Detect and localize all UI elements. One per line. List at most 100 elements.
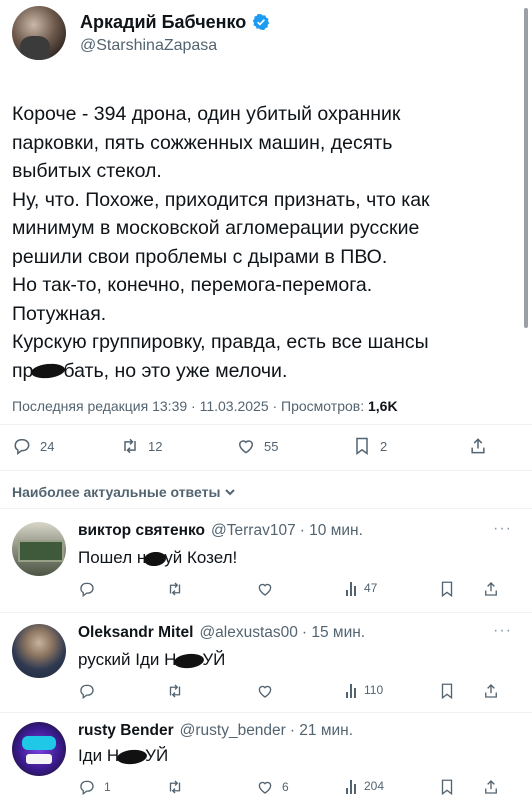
- divider: [0, 424, 532, 425]
- reply-actions: 110: [78, 682, 508, 702]
- repost-icon: [169, 684, 181, 698]
- like-count: 55: [264, 438, 279, 454]
- reply-header: виктор святенко @Terrav107 · 10 мин.: [78, 522, 363, 540]
- reply-icon: [80, 780, 94, 796]
- reply-author-name[interactable]: виктор святенко: [78, 522, 205, 540]
- repost-icon: [169, 582, 181, 596]
- reply-button[interactable]: 1: [78, 778, 111, 796]
- reply-item[interactable]: виктор святенко @Terrav107 · 10 мин. ···…: [0, 512, 532, 612]
- bookmark-icon: [441, 683, 453, 700]
- tweet-meta-text: Последняя редакция 13:39 · 11.03.2025 · …: [12, 398, 368, 414]
- divider: [0, 470, 532, 471]
- repost-button[interactable]: [166, 778, 192, 796]
- share-button[interactable]: [482, 778, 500, 796]
- views-button[interactable]: 110: [346, 682, 383, 698]
- like-button[interactable]: [256, 580, 282, 598]
- reply-text: руский Іди Н УЙ: [78, 650, 225, 670]
- tweet-line: Но так-то, конечно, перемога-перемога.: [12, 274, 373, 296]
- author-display-name[interactable]: Аркадий Бабченко: [80, 12, 246, 33]
- heart-icon: [258, 583, 272, 596]
- share-button[interactable]: [482, 580, 500, 598]
- tweet-line: решили свои проблемы с дырами в ПВО.: [12, 245, 388, 268]
- tweet-line: парковки, пять сожженных машин, десять: [12, 131, 393, 154]
- censor-mark: [116, 747, 148, 766]
- repost-button[interactable]: [166, 580, 192, 598]
- tweet-text: Короче - 394 дрона, один убитый охранник…: [12, 100, 517, 385]
- avatar[interactable]: [12, 722, 66, 776]
- reply-author-name[interactable]: Oleksandr Mitel: [78, 624, 193, 642]
- bookmark-button[interactable]: [438, 580, 456, 598]
- reply-text: Пошел н уй Козел!: [78, 548, 237, 568]
- views-count: 1,6K: [368, 398, 398, 414]
- views-icon: [346, 682, 356, 698]
- views-count: 47: [364, 581, 378, 595]
- replies-header-label: Наиболее актуальные ответы: [12, 484, 221, 500]
- scrollbar[interactable]: [524, 8, 528, 328]
- tweet-line-suffix: бать, но это уже мелочи.: [63, 359, 288, 382]
- bookmark-button[interactable]: 2: [352, 436, 387, 456]
- reply-author-name[interactable]: rusty Bender: [78, 722, 174, 740]
- like-button[interactable]: [256, 682, 282, 700]
- heart-icon: [258, 781, 272, 794]
- reply-author-handle[interactable]: @alexustas00: [199, 624, 297, 642]
- reply-button[interactable]: 24: [12, 436, 54, 456]
- views-count: 110: [364, 683, 384, 697]
- divider: [0, 508, 532, 509]
- avatar[interactable]: [12, 522, 66, 576]
- bookmark-button[interactable]: [438, 778, 456, 796]
- reply-text: Іди Н УЙ: [78, 746, 168, 766]
- tweet-line: Ну, что. Похоже, приходится признать, чт…: [12, 188, 430, 211]
- like-button[interactable]: 6: [256, 778, 289, 796]
- share-button[interactable]: [468, 436, 488, 456]
- views-count: 204: [364, 779, 385, 793]
- reply-icon: [80, 582, 94, 598]
- repost-button[interactable]: 12: [120, 436, 162, 456]
- reply-author-handle[interactable]: @rusty_bender: [180, 722, 286, 740]
- bookmark-icon: [441, 581, 453, 598]
- bookmark-icon: [441, 779, 453, 796]
- verified-badge-icon: [253, 13, 270, 31]
- reply-text-suffix: УЙ: [202, 650, 226, 669]
- tweet-author[interactable]: Аркадий Бабченко @StarshinaZapasa: [12, 6, 270, 60]
- reply-author-handle[interactable]: @Terrav107: [211, 522, 296, 540]
- reply-button[interactable]: [78, 580, 104, 598]
- reply-header: rusty Bender @rusty_bender · 21 мин.: [78, 722, 353, 740]
- like-button[interactable]: 55: [236, 436, 278, 456]
- views-button[interactable]: 47: [346, 580, 377, 596]
- reply-actions: 47: [78, 580, 508, 600]
- more-options-icon[interactable]: ···: [493, 520, 512, 538]
- chevron-down-icon: [225, 489, 236, 496]
- repost-button[interactable]: [166, 682, 192, 700]
- like-count: 6: [282, 780, 289, 794]
- replies-sort-toggle[interactable]: Наиболее актуальные ответы: [12, 484, 236, 500]
- share-icon: [471, 438, 485, 454]
- views-icon: [346, 778, 356, 794]
- censor-mark: [30, 362, 67, 381]
- repost-count: 12: [148, 438, 163, 454]
- reply-time[interactable]: · 15 мин.: [302, 624, 365, 642]
- more-options-icon[interactable]: ···: [493, 622, 512, 640]
- avatar[interactable]: [12, 624, 66, 678]
- heart-icon: [238, 440, 254, 454]
- avatar[interactable]: [12, 6, 66, 60]
- reply-button[interactable]: [78, 682, 104, 700]
- reply-icon: [14, 439, 30, 456]
- share-icon: [485, 684, 497, 698]
- bookmark-button[interactable]: [438, 682, 456, 700]
- tweet-line: Курскую группировку, правда, есть все ша…: [12, 331, 429, 353]
- reply-time[interactable]: · 10 мин.: [300, 522, 363, 540]
- author-handle[interactable]: @StarshinaZapasa: [80, 37, 270, 55]
- share-button[interactable]: [482, 682, 500, 700]
- views-button[interactable]: 204: [346, 778, 384, 794]
- reply-text-prefix: Пошел н: [78, 548, 147, 567]
- reply-actions: 1 6 204: [78, 778, 508, 798]
- divider: [0, 712, 532, 713]
- reply-item[interactable]: rusty Bender @rusty_bender · 21 мин. Іди…: [0, 714, 532, 800]
- reply-text-prefix: руский Іди Н: [78, 650, 177, 669]
- reply-text-suffix: УЙ: [145, 746, 169, 765]
- bookmark-count: 2: [380, 438, 388, 454]
- reply-time[interactable]: · 21 мин.: [290, 722, 353, 740]
- reply-item[interactable]: Oleksandr Mitel @alexustas00 · 15 мин. ·…: [0, 614, 532, 714]
- reply-text-prefix: Іди Н: [78, 746, 120, 765]
- tweet-line-last: пр бать, но это уже мелочи.: [12, 357, 517, 386]
